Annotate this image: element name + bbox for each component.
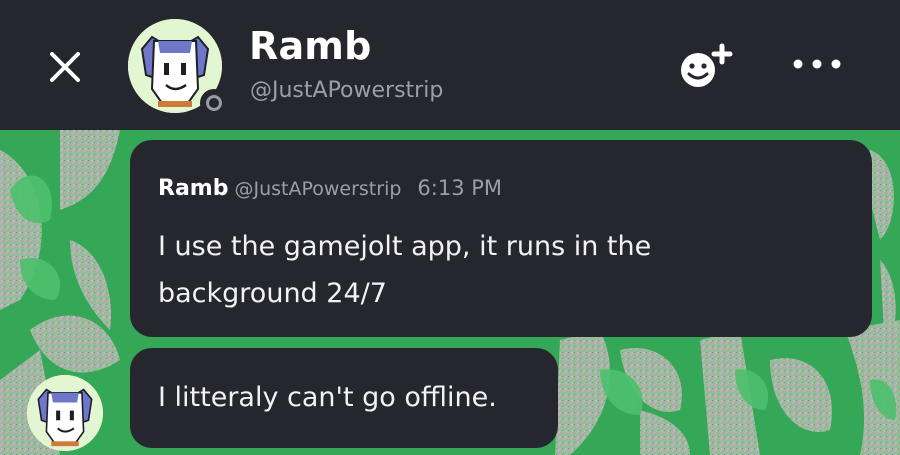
close-icon	[50, 52, 80, 82]
contact-name[interactable]: Ramb	[249, 24, 372, 68]
message-bubble[interactable]: I litteraly can't go offline.	[130, 348, 558, 448]
more-horizontal-icon	[793, 59, 841, 69]
add-friend-smiley-plus-icon	[681, 43, 733, 87]
message-author[interactable]: Ramb	[158, 176, 228, 201]
offline-status-icon	[200, 89, 228, 117]
message-timestamp: 6:13 PM	[417, 176, 503, 200]
contact-avatar-wrapper[interactable]	[128, 19, 228, 117]
message-meta: Ramb @JustAPowerstrip 6:13 PM	[158, 176, 502, 201]
message-text: I use the gamejolt app, it runs in the b…	[158, 231, 652, 309]
message-bubble[interactable]: Ramb @JustAPowerstrip 6:13 PM I use the ga…	[130, 140, 872, 337]
chat-header: Ramb @JustAPowerstrip	[0, 0, 900, 130]
message-author-handle: @JustAPowerstrip	[234, 178, 402, 200]
add-friend-button[interactable]	[676, 40, 738, 92]
message-text: I litteraly can't go offline.	[158, 382, 497, 413]
sender-avatar[interactable]	[27, 375, 103, 451]
contact-handle: @JustAPowerstrip	[250, 78, 444, 103]
dog-avatar-icon	[27, 375, 103, 451]
close-button[interactable]	[46, 48, 84, 86]
more-options-button[interactable]	[790, 52, 844, 76]
